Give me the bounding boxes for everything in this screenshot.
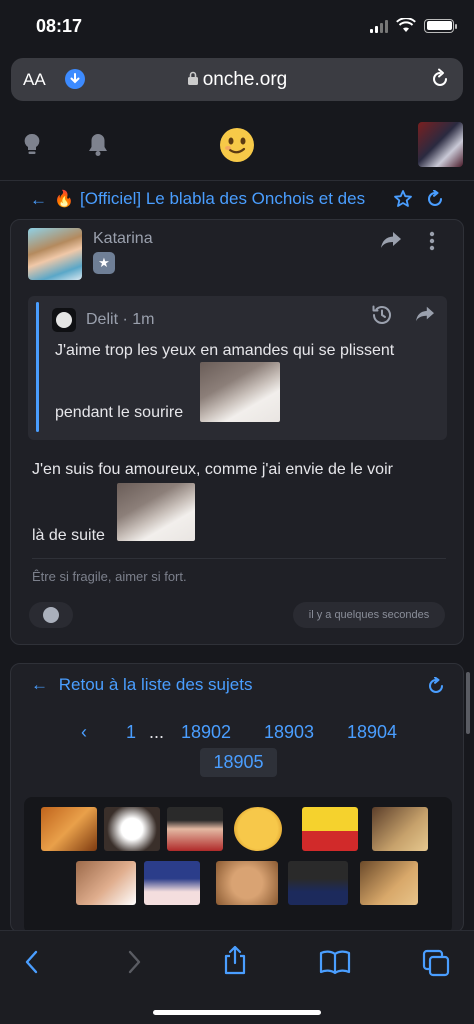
cat-sticker-image xyxy=(117,483,195,541)
divider xyxy=(32,558,446,559)
share-icon[interactable] xyxy=(379,230,403,250)
user-avatar[interactable] xyxy=(418,122,463,167)
back-icon[interactable] xyxy=(22,949,42,975)
page-link[interactable]: 18902 xyxy=(181,722,231,743)
sticker-option[interactable] xyxy=(41,807,97,851)
reaction-button[interactable] xyxy=(29,602,73,628)
quote-author[interactable]: Delit · 1m xyxy=(86,311,154,329)
status-time: 08:17 xyxy=(36,16,83,36)
page-link[interactable]: 18904 xyxy=(347,722,397,743)
prev-page-button[interactable]: ‹ xyxy=(81,722,87,743)
post-text-line: là de suite xyxy=(32,527,105,544)
post-timestamp: il y a quelques secondes xyxy=(293,602,445,628)
back-arrow-icon: ← xyxy=(31,675,48,694)
current-page: 18905 xyxy=(200,748,277,777)
lightbulb-icon[interactable] xyxy=(22,132,42,158)
sticker-option[interactable] xyxy=(104,807,160,851)
more-icon[interactable] xyxy=(429,231,435,251)
back-to-list-link[interactable]: ← Retou à la liste des sujets xyxy=(31,675,252,695)
star-icon[interactable] xyxy=(393,189,413,209)
wifi-icon xyxy=(396,18,416,32)
author-avatar[interactable] xyxy=(28,228,82,280)
pagination-ellipsis: ... xyxy=(149,722,165,742)
post-text-line: J'en suis fou amoureux, comme j'ai envie… xyxy=(32,461,393,478)
post-signature: Être si fragile, aimer si fort. xyxy=(32,569,187,584)
topic-title[interactable]: [Officiel] Le blabla des Onchois et des xyxy=(80,189,380,209)
back-to-list-label: Retou à la liste des sujets xyxy=(58,675,253,694)
site-header xyxy=(0,112,474,178)
post-card: Katarina ★ Delit · 1m J'aime trop les ye… xyxy=(10,219,464,645)
sticker-option[interactable] xyxy=(167,807,223,851)
rank-badge: ★ xyxy=(93,252,115,274)
sticker-option[interactable] xyxy=(216,861,278,905)
topic-bar: ← 🔥 [Officiel] Le blabla des Onchois et … xyxy=(0,180,474,218)
quote-share-icon[interactable] xyxy=(414,305,436,323)
status-icons xyxy=(370,18,457,33)
sticker-option[interactable] xyxy=(360,861,418,905)
sticker-option[interactable] xyxy=(302,807,358,851)
scrollbar[interactable] xyxy=(466,672,470,734)
reload-icon[interactable] xyxy=(429,68,451,90)
bell-icon[interactable] xyxy=(87,132,109,158)
sticker-option[interactable] xyxy=(288,861,348,905)
flame-icon: 🔥 xyxy=(54,191,74,208)
refresh-icon[interactable] xyxy=(426,190,444,208)
pagination: ‹ 1 ... 18902 18903 18904 18905 xyxy=(11,722,463,782)
signal-icon xyxy=(370,19,388,33)
sticker-panel xyxy=(24,797,452,932)
url-label: onche.org xyxy=(202,69,288,90)
quote-text-line: pendant le sourire xyxy=(55,404,184,421)
lock-icon xyxy=(187,71,198,85)
cat-sticker-image xyxy=(200,362,280,422)
smiley-logo-icon[interactable] xyxy=(219,127,255,163)
smiley-icon xyxy=(43,607,59,623)
navigation-card: ← Retou à la liste des sujets ‹ 1 ... 18… xyxy=(10,663,464,933)
page-link[interactable]: 1 xyxy=(126,722,136,743)
quote-text-line: J'aime trop les yeux en amandes qui se p… xyxy=(55,342,395,359)
url-text[interactable]: onche.org xyxy=(11,69,463,91)
battery-icon xyxy=(424,18,457,33)
history-icon[interactable] xyxy=(371,304,393,326)
quote-author-avatar[interactable] xyxy=(52,308,76,332)
home-indicator[interactable] xyxy=(153,1010,321,1015)
sticker-option[interactable] xyxy=(76,861,136,905)
refresh-icon[interactable] xyxy=(427,677,445,695)
sticker-option[interactable] xyxy=(144,861,200,905)
quote-bar xyxy=(36,302,39,432)
sticker-option[interactable] xyxy=(234,807,282,851)
tabs-icon[interactable] xyxy=(422,949,450,977)
url-bar[interactable]: AA onche.org xyxy=(11,58,463,101)
forward-icon[interactable] xyxy=(124,949,144,975)
topic-back-icon[interactable]: ← xyxy=(30,190,47,210)
post-author[interactable]: Katarina xyxy=(93,230,153,248)
share-sheet-icon[interactable] xyxy=(222,945,248,975)
status-bar: 08:17 xyxy=(0,0,474,52)
bookmarks-icon[interactable] xyxy=(319,949,351,975)
quoted-message: Delit · 1m J'aime trop les yeux en amand… xyxy=(28,296,447,440)
sticker-option[interactable] xyxy=(372,807,428,851)
page-link[interactable]: 18903 xyxy=(264,722,314,743)
